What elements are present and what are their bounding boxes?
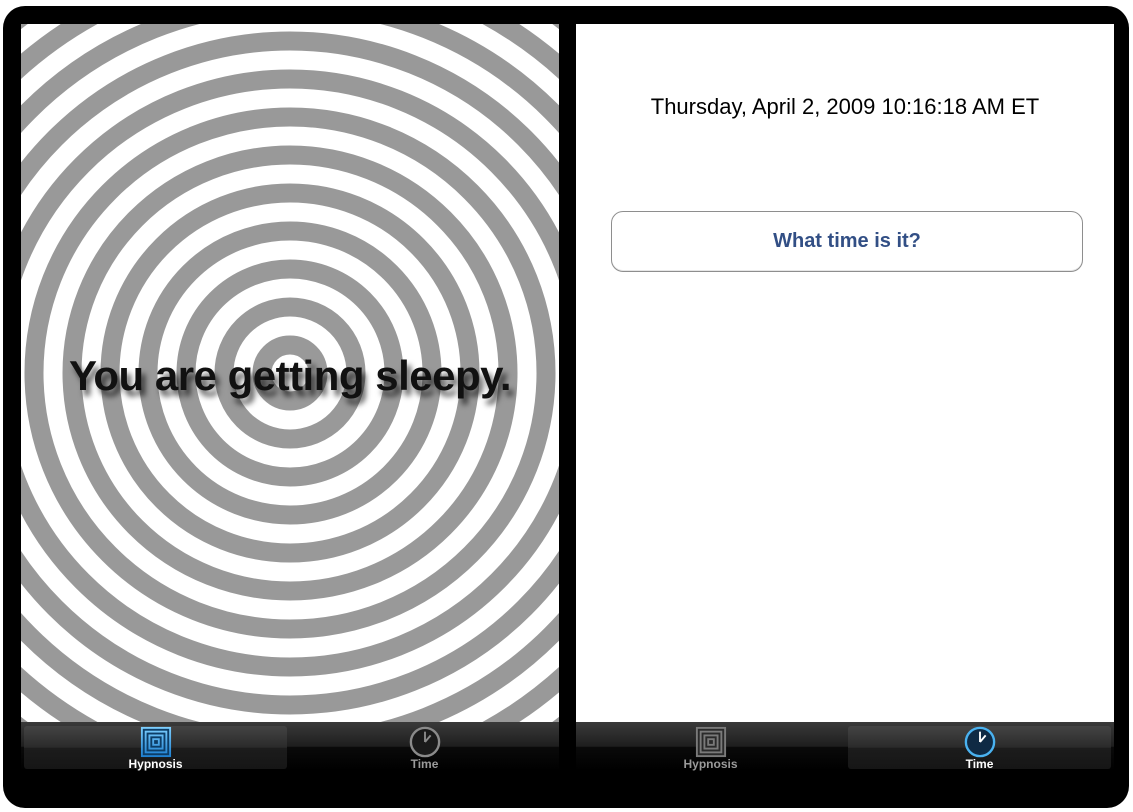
tab-label: Hypnosis — [128, 757, 183, 771]
hypnosis-icon — [695, 726, 726, 758]
clock-icon — [964, 726, 995, 758]
tab-bar: Hypnosis Time — [576, 722, 1114, 771]
hypnosis-screen: You are getting sleepy. Hypnosis Time — [21, 24, 559, 771]
time-view: Thursday, April 2, 2009 10:16:18 AM ET W… — [576, 24, 1114, 722]
tab-label: Hypnosis — [683, 757, 738, 771]
tab-label: Time — [410, 757, 439, 771]
device-frame: You are getting sleepy. Hypnosis Time Th… — [3, 6, 1129, 808]
tab-time[interactable]: Time — [845, 722, 1114, 771]
tab-hypnosis[interactable]: Hypnosis — [576, 722, 845, 771]
hypnosis-view: You are getting sleepy. — [21, 24, 559, 722]
time-screen: Thursday, April 2, 2009 10:16:18 AM ET W… — [576, 24, 1114, 771]
tab-hypnosis[interactable]: Hypnosis — [21, 722, 290, 771]
hypnosis-icon — [140, 726, 171, 758]
what-time-button[interactable]: What time is it? — [611, 211, 1083, 272]
tab-bar: Hypnosis Time — [21, 722, 559, 771]
tab-label: Time — [965, 757, 994, 771]
clock-icon — [409, 726, 440, 758]
sleepy-message: You are getting sleepy. — [68, 352, 512, 399]
tab-time[interactable]: Time — [290, 722, 559, 771]
time-label: Thursday, April 2, 2009 10:16:18 AM ET — [650, 94, 1040, 119]
